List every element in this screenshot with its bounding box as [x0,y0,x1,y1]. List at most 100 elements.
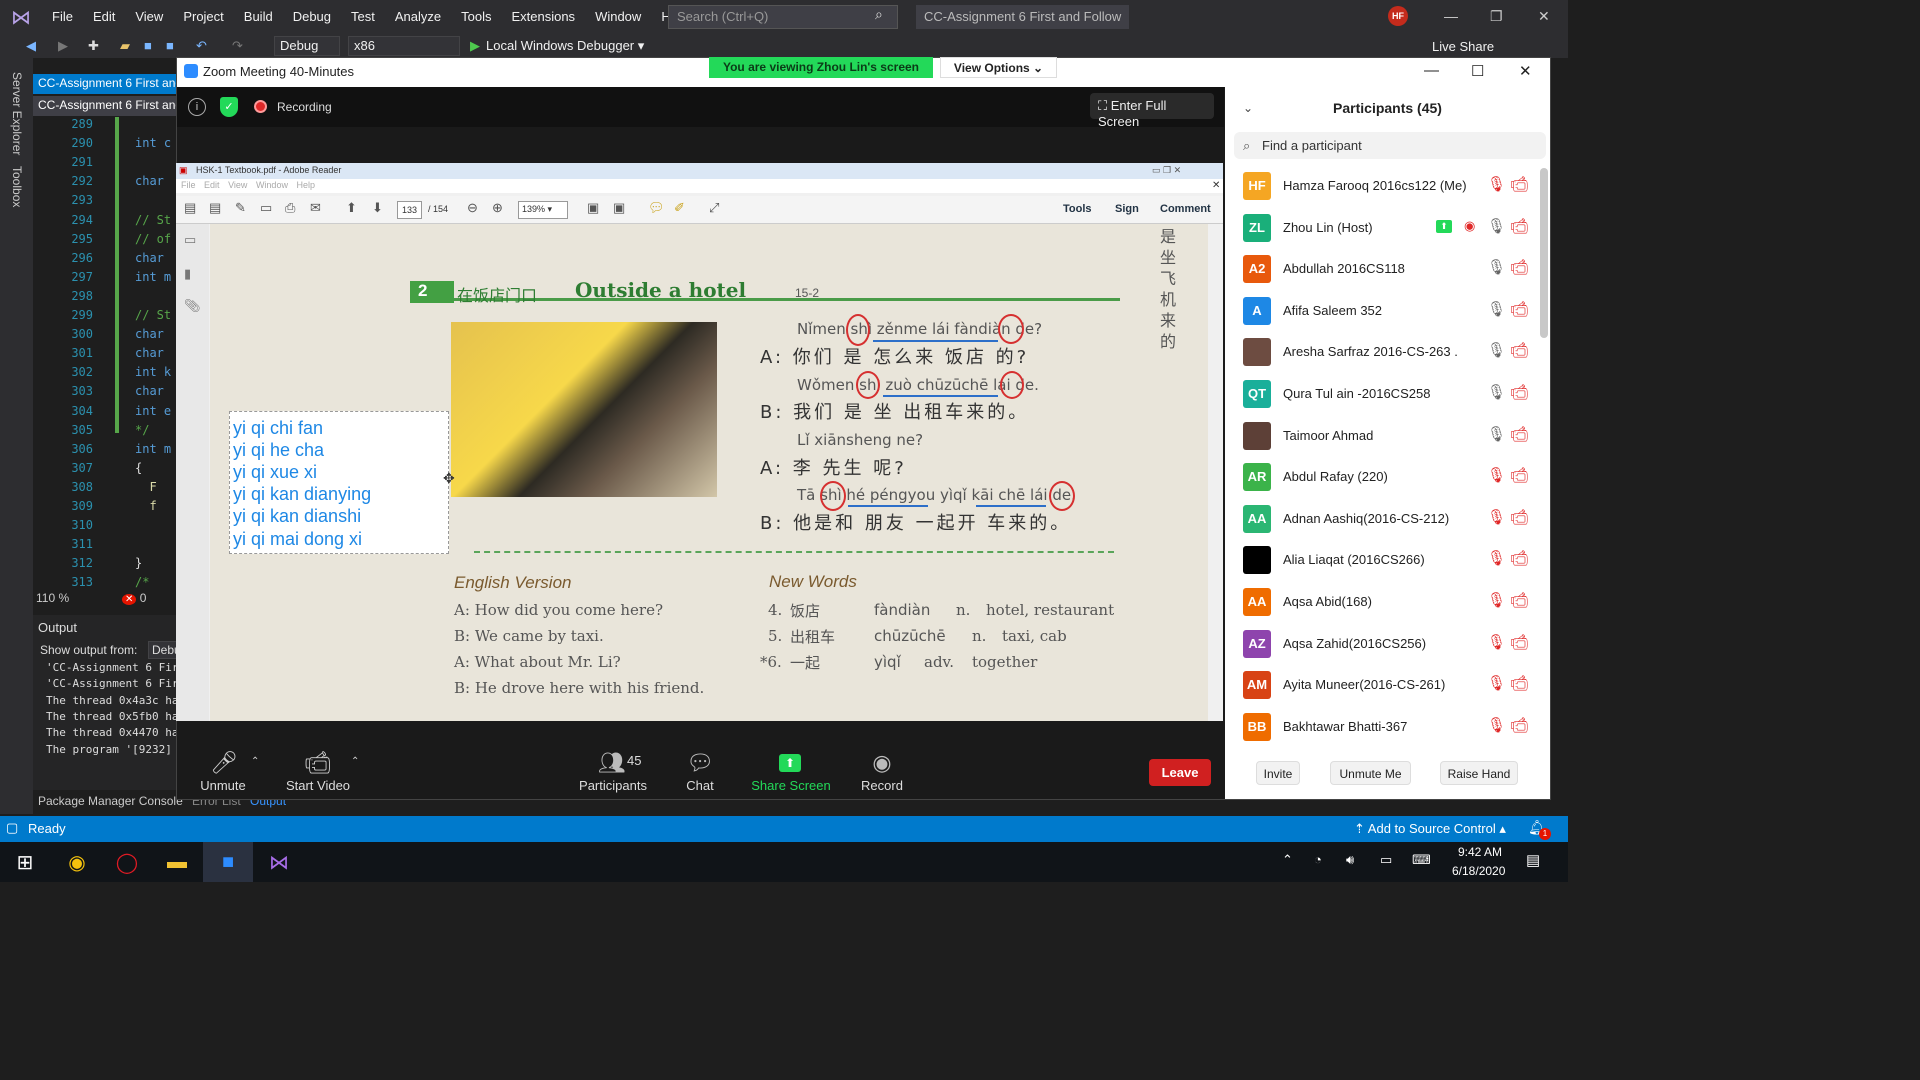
mic-icon[interactable]: 🎙︎ [1487,300,1506,318]
menu-extensions[interactable]: Extensions [501,0,585,34]
participant-row[interactable]: AA Adnan Aashiq(2016-CS-212) 🎙︎ 📹︎ [1225,499,1545,540]
view-options-button[interactable]: View Options ⌄ [940,57,1057,78]
mic-icon[interactable]: 🎙︎ [1487,258,1506,276]
taskbar-time[interactable]: 9:42 AM [1458,845,1502,859]
wifi-icon[interactable]: ◔ [1314,852,1322,867]
open-folder-icon[interactable]: ▰ [120,38,130,54]
video-options-chevron-icon[interactable]: ⌃ [351,756,359,767]
annotation-line[interactable]: yi qi kan dianshi [233,506,361,527]
redo-icon[interactable]: ↷ [232,38,243,54]
code-line[interactable]: // St [135,308,171,322]
video-off-icon[interactable]: 📹︎ [1510,341,1529,359]
export-icon[interactable]: ▤ [209,200,221,216]
code-line[interactable]: char [135,174,164,188]
participants-icon[interactable]: 👥︎ [598,750,626,776]
add-to-source-control-button[interactable]: ⇡ Add to Source Control ▴ [1354,821,1506,837]
taskbar-date[interactable]: 6/18/2020 [1452,864,1505,878]
participant-row[interactable]: Alia Liaqat (2016CS266) 🎙︎ 📹︎ [1225,540,1545,581]
video-off-icon[interactable]: 📹︎ [1510,300,1529,318]
new-project-icon[interactable]: ✚ [88,38,99,54]
zoom-maximize-icon[interactable]: ☐ [1471,62,1484,80]
chat-icon[interactable]: 💬︎ [686,750,714,776]
participant-row[interactable]: BB Bakhtawar Bhatti-367 🎙︎ 📹︎ [1225,707,1545,748]
mic-muted-icon[interactable]: 🎤︎ [210,750,238,776]
volume-icon[interactable]: 🔊︎ [1346,852,1354,868]
reader-menu-view[interactable]: View [228,180,247,190]
chrome-icon[interactable]: ◉ [52,842,102,882]
user-avatar[interactable]: HF [1388,6,1408,26]
code-line[interactable]: int k [135,365,171,379]
reader-menu-file[interactable]: File [181,180,196,190]
menu-window[interactable]: Window [585,0,651,34]
participant-row[interactable]: Taimoor Ahmad 🎙︎ 📹︎ [1225,416,1545,457]
participant-row[interactable]: AA Aqsa Abid(168) 🎙︎ 📹︎ [1225,582,1545,623]
menu-tools[interactable]: Tools [451,0,501,34]
code-line[interactable]: // St [135,213,171,227]
mic-muted-icon[interactable]: 🎙︎ [1487,466,1506,484]
code-line[interactable]: */ [135,423,149,437]
document-tab[interactable]: CC-Assignment 6 First and Follow [33,96,178,116]
email-icon[interactable]: ✉ [310,200,321,216]
video-off-icon[interactable]: 📹︎ [1510,217,1529,235]
code-line[interactable]: // of [135,232,171,246]
unmute-button[interactable]: Unmute [196,778,250,793]
package-manager-console-tab[interactable]: Package Manager Console [38,794,183,808]
enter-full-screen-button[interactable]: ⛶ Enter Full Screen [1090,93,1214,129]
annotation-line[interactable]: yi qi kan dianying [233,484,371,505]
output-source-select[interactable]: Debug [148,641,178,659]
menu-debug[interactable]: Debug [283,0,341,34]
code-line[interactable]: int c [135,136,171,150]
create-icon[interactable]: ▤ [184,200,196,216]
battery-icon[interactable]: ▭ [1380,852,1392,868]
undo-icon[interactable]: ↶ [196,38,207,54]
edit-icon[interactable]: ✎ [235,200,246,216]
encryption-shield-icon[interactable]: ✓ [220,97,238,117]
leave-meeting-button[interactable]: Leave [1149,759,1211,786]
minimize-icon[interactable]: — [1444,8,1458,24]
mic-muted-icon[interactable]: 🎙︎ [1487,591,1506,609]
tray-chevron-icon[interactable]: ⌃ [1282,852,1293,868]
code-line[interactable]: int m [135,442,171,456]
code-line[interactable]: int m [135,270,171,284]
zoom-minimize-icon[interactable]: — [1424,62,1439,79]
reader-tools-button[interactable]: Tools [1063,203,1092,215]
save-icon[interactable]: ▭ [260,200,272,216]
editor-zoom-level[interactable]: 110 % [36,591,69,605]
participant-row[interactable]: QT Qura Tul ain -2016CS258 🎙︎ 📹︎ [1225,374,1545,415]
video-off-icon[interactable]: 📹︎ [1510,716,1529,734]
code-line[interactable]: } [135,556,142,570]
menu-project[interactable]: Project [173,0,233,34]
reader-comment-button[interactable]: Comment [1160,203,1211,215]
vs-search-input[interactable]: Search (Ctrl+Q) [668,5,898,29]
video-off-icon[interactable]: 📹︎ [1510,425,1529,443]
back-icon[interactable]: ◀ [26,38,36,54]
participant-row[interactable]: ZL Zhou Lin (Host) ⬆ ◉ 🎙︎ 📹︎ [1225,208,1545,249]
mic-icon[interactable]: 🎙︎ [1487,217,1506,235]
participant-row[interactable]: AM Ayita Muneer(2016-CS-261) 🎙︎ 📹︎ [1225,665,1545,706]
toolbox-tab[interactable]: Toolbox [10,166,24,207]
code-editor[interactable]: 289 290 int c 291 292 char 293 294 // St 295 // of… [33,117,178,589]
annotation-line[interactable]: yi qi mai dong xi [233,529,362,550]
mic-muted-icon[interactable]: 🎙︎ [1487,633,1506,651]
forward-icon[interactable]: ▶ [58,38,68,54]
file-explorer-icon[interactable]: ▬ [152,842,202,882]
document-tab[interactable]: CC-Assignment 6 First and Follow [33,74,178,94]
fit-width-icon[interactable]: ▣ [613,200,625,216]
reader-sign-button[interactable]: Sign [1115,203,1139,215]
visual-studio-taskbar-icon[interactable]: ⋈ [254,842,304,882]
next-page-icon[interactable]: ⬇ [372,200,383,216]
read-mode-icon[interactable]: ⤢ [709,200,719,216]
fit-page-icon[interactable]: ▣ [587,200,599,216]
mic-icon[interactable]: 🎙︎ [1487,425,1506,443]
code-line[interactable]: f [135,499,156,513]
code-line[interactable]: char [135,346,164,360]
zoom-in-icon[interactable]: ⊕ [492,200,503,216]
server-explorer-tab[interactable]: Server Explorer [10,72,24,155]
menu-analyze[interactable]: Analyze [385,0,451,34]
raise-hand-button[interactable]: Raise Hand [1440,761,1518,785]
video-off-icon[interactable]: 📹︎ [1510,549,1529,567]
platform-select[interactable]: x86 [348,36,460,56]
record-button[interactable]: Record [858,778,906,793]
mic-icon[interactable]: 🎙︎ [1487,383,1506,401]
invite-button[interactable]: Invite [1256,761,1300,785]
